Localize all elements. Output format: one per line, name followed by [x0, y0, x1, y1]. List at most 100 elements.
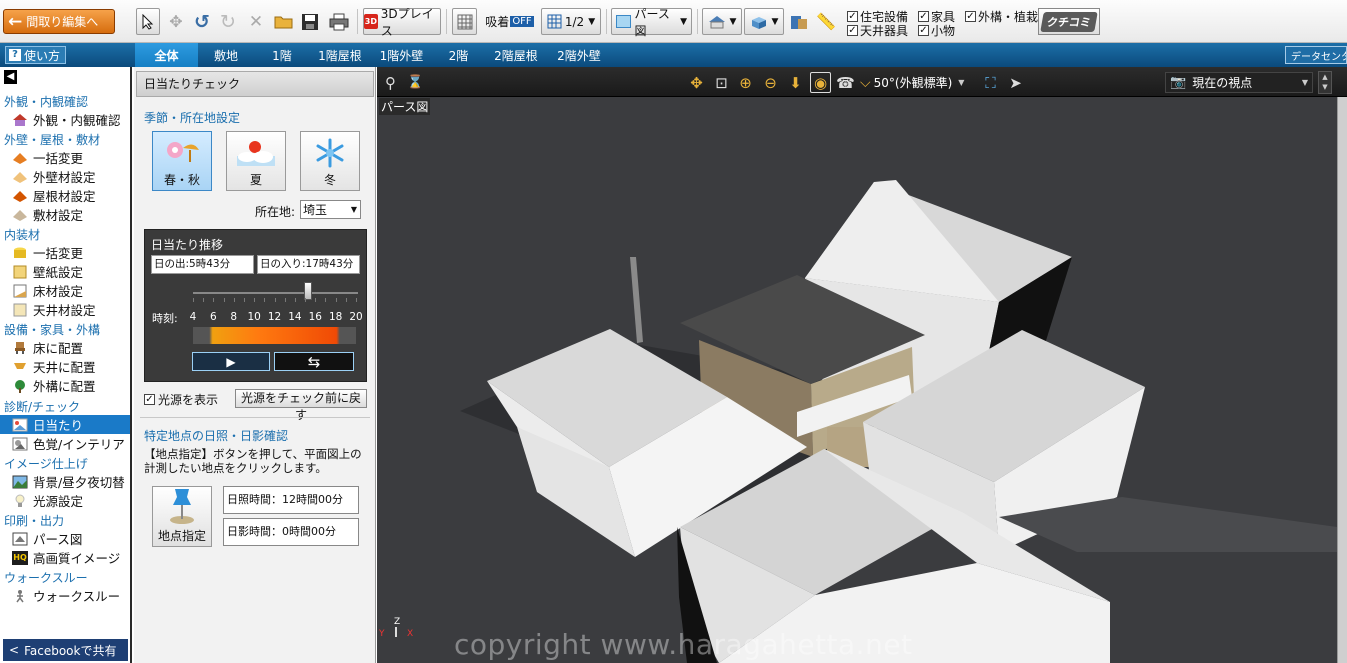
tilt-button[interactable]: ☎: [835, 72, 856, 93]
viewpoint-spinner[interactable]: ▲ ▼: [1318, 71, 1332, 94]
sidebar-item-walkthrough[interactable]: ウォークスルー: [0, 586, 130, 605]
grid-size-dropdown[interactable]: 1/2 ▼: [541, 8, 601, 35]
select-tool-button[interactable]: [136, 8, 160, 35]
undo-button[interactable]: ↺: [190, 8, 214, 35]
checkbox-icon: ✓: [847, 25, 858, 36]
view-mode-dropdown[interactable]: パース図 ▼: [611, 7, 692, 38]
kuchikomi-button[interactable]: クチコミ: [1038, 8, 1100, 35]
zoom-area-button[interactable]: ⊡: [711, 72, 732, 93]
tab-floor1-wall[interactable]: 1階外壁: [370, 43, 433, 67]
tab-floor2-roof[interactable]: 2階屋根: [484, 43, 548, 67]
hourglass-button[interactable]: ⌛: [405, 72, 426, 93]
place3d-button[interactable]: 3D 3Dプレイス: [363, 7, 441, 38]
facebook-share-button[interactable]: < Facebookで共有: [3, 639, 128, 661]
sidebar-item-exterior-interior[interactable]: 外観・内観確認: [0, 110, 130, 129]
print-button[interactable]: [326, 8, 352, 35]
tab-floor2-wall[interactable]: 2階外壁: [548, 43, 610, 67]
viewpoint-dropdown[interactable]: 📷 現在の視点 ▼: [1165, 72, 1313, 93]
reset-light-button[interactable]: 光源をチェック前に戻す: [235, 389, 367, 422]
sidebar-item-perspective[interactable]: パース図: [0, 529, 130, 548]
measure-button[interactable]: 📏: [814, 8, 838, 35]
roof-icon: [12, 151, 28, 165]
season-label: 春・秋: [163, 173, 200, 187]
tab-site[interactable]: 敷地: [198, 43, 254, 67]
season-spring-autumn-button[interactable]: 春・秋: [152, 131, 212, 191]
pointer-button[interactable]: ➤: [1005, 72, 1026, 93]
data-center-button[interactable]: データセンター: [1285, 46, 1347, 64]
season-winter-button[interactable]: 冬: [300, 131, 360, 191]
play-button[interactable]: ▶: [192, 352, 270, 371]
delete-button[interactable]: ✕: [244, 8, 268, 35]
viewport-scrollbar[interactable]: [1337, 97, 1347, 663]
zoom-out-button[interactable]: ⊖: [760, 72, 781, 93]
sidebar-item-sunlight[interactable]: 日当たり: [0, 415, 130, 434]
tab-all[interactable]: 全体: [135, 43, 198, 67]
orbit-icon: ◉: [813, 73, 828, 92]
sidebar-item-exterior-wall[interactable]: 外壁材設定: [0, 167, 130, 186]
panel-title: 日当たりチェック: [136, 71, 374, 97]
house-3d-scene: [460, 180, 1337, 663]
sidebar-item-label: 高画質イメージ: [33, 551, 121, 566]
pan-button[interactable]: ✥: [686, 72, 707, 93]
check-exterior-planting[interactable]: ✓ 外構・植栽: [965, 8, 1038, 25]
roof-display-dropdown[interactable]: ▼: [702, 8, 742, 35]
sidebar-item-label: 床に配置: [33, 341, 84, 356]
sidebar-item-floor-material[interactable]: 床材設定: [0, 281, 130, 300]
sidebar-item-roof-material[interactable]: 屋根材設定: [0, 186, 130, 205]
sidebar-item-label: 日当たり: [33, 418, 84, 433]
sidebar-item-background-switch[interactable]: 背景/昼夕夜切替: [0, 472, 130, 491]
orbit-button[interactable]: ◉: [810, 72, 831, 93]
sidebar-item-light-settings[interactable]: 光源設定: [0, 491, 130, 510]
season-location-section-title: 季節・所在地設定: [144, 111, 241, 125]
help-button[interactable]: ? 使い方: [5, 46, 66, 64]
sidebar-item-place-exterior[interactable]: 外構に配置: [0, 376, 130, 395]
tab-floor1[interactable]: 1階: [254, 43, 310, 67]
sidebar-item-wallpaper[interactable]: 壁紙設定: [0, 262, 130, 281]
season-summer-button[interactable]: 夏: [226, 131, 286, 191]
sidebar-item-paving-material[interactable]: 敷材設定: [0, 205, 130, 224]
snap-toggle[interactable]: 吸着 OFF: [481, 8, 538, 35]
redo-button[interactable]: ↻: [216, 8, 240, 35]
tab-floor2[interactable]: 2階: [433, 43, 484, 67]
view-angle-dropdown[interactable]: ⌵ 50°(外観標準) ▼: [860, 72, 970, 93]
season-label: 夏: [249, 173, 262, 187]
material-button[interactable]: [787, 8, 811, 35]
point-specify-button[interactable]: 地点指定: [152, 486, 212, 547]
move-tool-button[interactable]: ✥: [164, 8, 188, 35]
check-small-items[interactable]: ✓ 小物: [918, 22, 955, 39]
sidebar-item-hq-image[interactable]: HQ 高画質イメージ: [0, 548, 130, 567]
open-file-button[interactable]: [272, 8, 296, 35]
zoom-in-button[interactable]: ⊕: [735, 72, 756, 93]
loop-button[interactable]: ⇆: [274, 352, 354, 371]
walk-down-button[interactable]: ⬇: [785, 72, 806, 93]
sidebar-item-ceiling-material[interactable]: 天井材設定: [0, 300, 130, 319]
sun-position-button[interactable]: ⚲: [380, 72, 401, 93]
time-slider-track[interactable]: [193, 292, 358, 294]
sidebar-item-bulk-change-interior[interactable]: 一括変更: [0, 243, 130, 262]
floor-icon: [12, 284, 28, 298]
snap-label: 吸着: [485, 15, 510, 29]
collapse-sidebar-icon[interactable]: ◀: [4, 70, 17, 84]
perspective-viewport[interactable]: [377, 97, 1337, 663]
hq-icon: HQ: [12, 550, 28, 565]
location-select[interactable]: 埼玉 ▼: [300, 200, 361, 219]
wall-display-dropdown[interactable]: ▼: [744, 8, 784, 35]
sidebar-item-bulk-change-exterior[interactable]: 一括変更: [0, 148, 130, 167]
main-toolbar: ← 間取り編集へ ✥ ↺ ↻ ✕ 3D 3Dプレイス 吸着 OFF 1/2 ▼ …: [0, 0, 1347, 43]
camera-icon: 📷: [1170, 75, 1187, 90]
sidebar-item-place-floor[interactable]: 床に配置: [0, 338, 130, 357]
hour-tick: [305, 298, 307, 302]
grid-icon: [457, 14, 472, 29]
tab-floor1-roof[interactable]: 1階屋根: [310, 43, 370, 67]
show-light-checkbox[interactable]: ✓ 光源を表示: [144, 391, 218, 408]
save-button[interactable]: [298, 8, 322, 35]
check-ceiling-fixtures[interactable]: ✓ 天井器具: [847, 22, 908, 39]
hour-label: 8: [230, 311, 238, 323]
panel-divider: [140, 417, 370, 418]
grid-display-button[interactable]: [452, 8, 477, 35]
fit-view-button[interactable]: ⛶: [980, 72, 1001, 93]
sidebar-item-place-ceiling[interactable]: 天井に配置: [0, 357, 130, 376]
madori-edit-button[interactable]: ← 間取り編集へ: [3, 9, 115, 34]
sunlight-check-panel: 日当たりチェック 季節・所在地設定 春・秋 夏 冬 所在地: 埼玉 ▼ 日当たり…: [134, 67, 376, 663]
sidebar-item-color-vision[interactable]: 色覚/インテリア: [0, 434, 130, 453]
